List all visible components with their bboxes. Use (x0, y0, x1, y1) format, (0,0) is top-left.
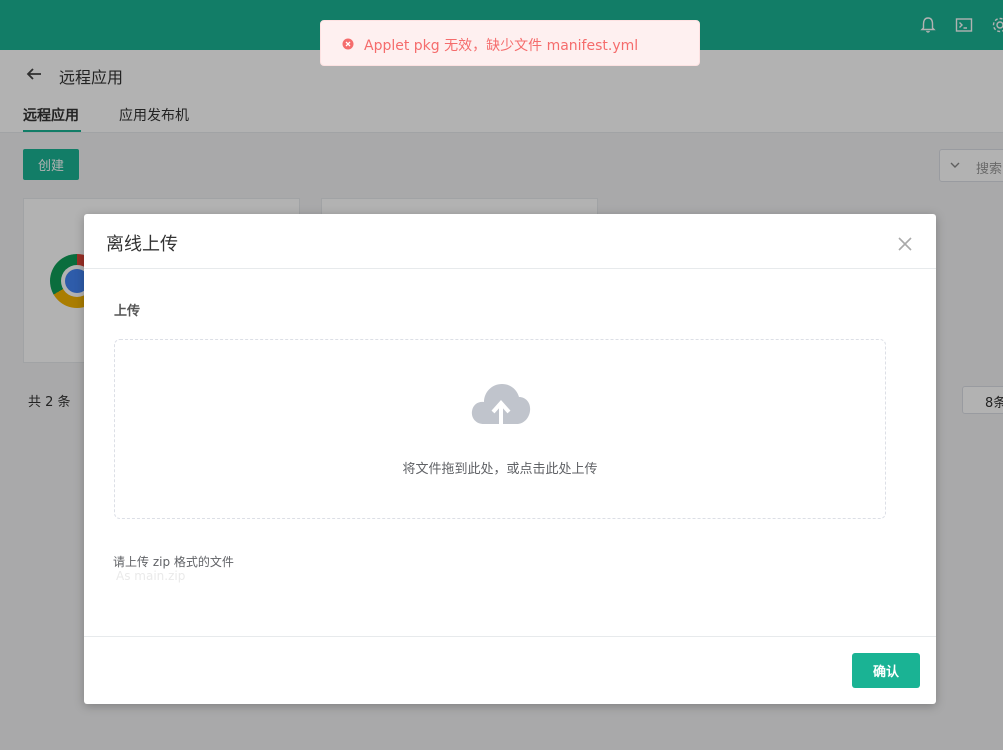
upload-dropzone[interactable]: 将文件拖到此处，或点击此处上传 (114, 339, 886, 519)
faint-file-name: As main.zip (116, 569, 186, 583)
close-icon[interactable] (897, 236, 913, 252)
confirm-button[interactable]: 确认 (852, 653, 920, 688)
dropzone-text: 将文件拖到此处，或点击此处上传 (402, 462, 598, 477)
dialog-header-divider (84, 268, 936, 269)
cloud-upload-icon (470, 380, 532, 430)
error-toast: Applet pkg 无效，缺少文件 manifest.yml (320, 20, 700, 66)
upload-label: 上传 (114, 304, 141, 319)
error-circle-icon (342, 38, 354, 50)
dialog-title: 离线上传 (106, 234, 178, 255)
offline-upload-dialog: 离线上传 上传 将文件拖到此处，或点击此处上传 请上传 zip 格式的文件 As… (84, 214, 936, 704)
upload-hint: 请上传 zip 格式的文件 (113, 555, 234, 569)
dialog-footer-divider (84, 636, 936, 637)
toast-message: Applet pkg 无效，缺少文件 manifest.yml (364, 38, 639, 54)
